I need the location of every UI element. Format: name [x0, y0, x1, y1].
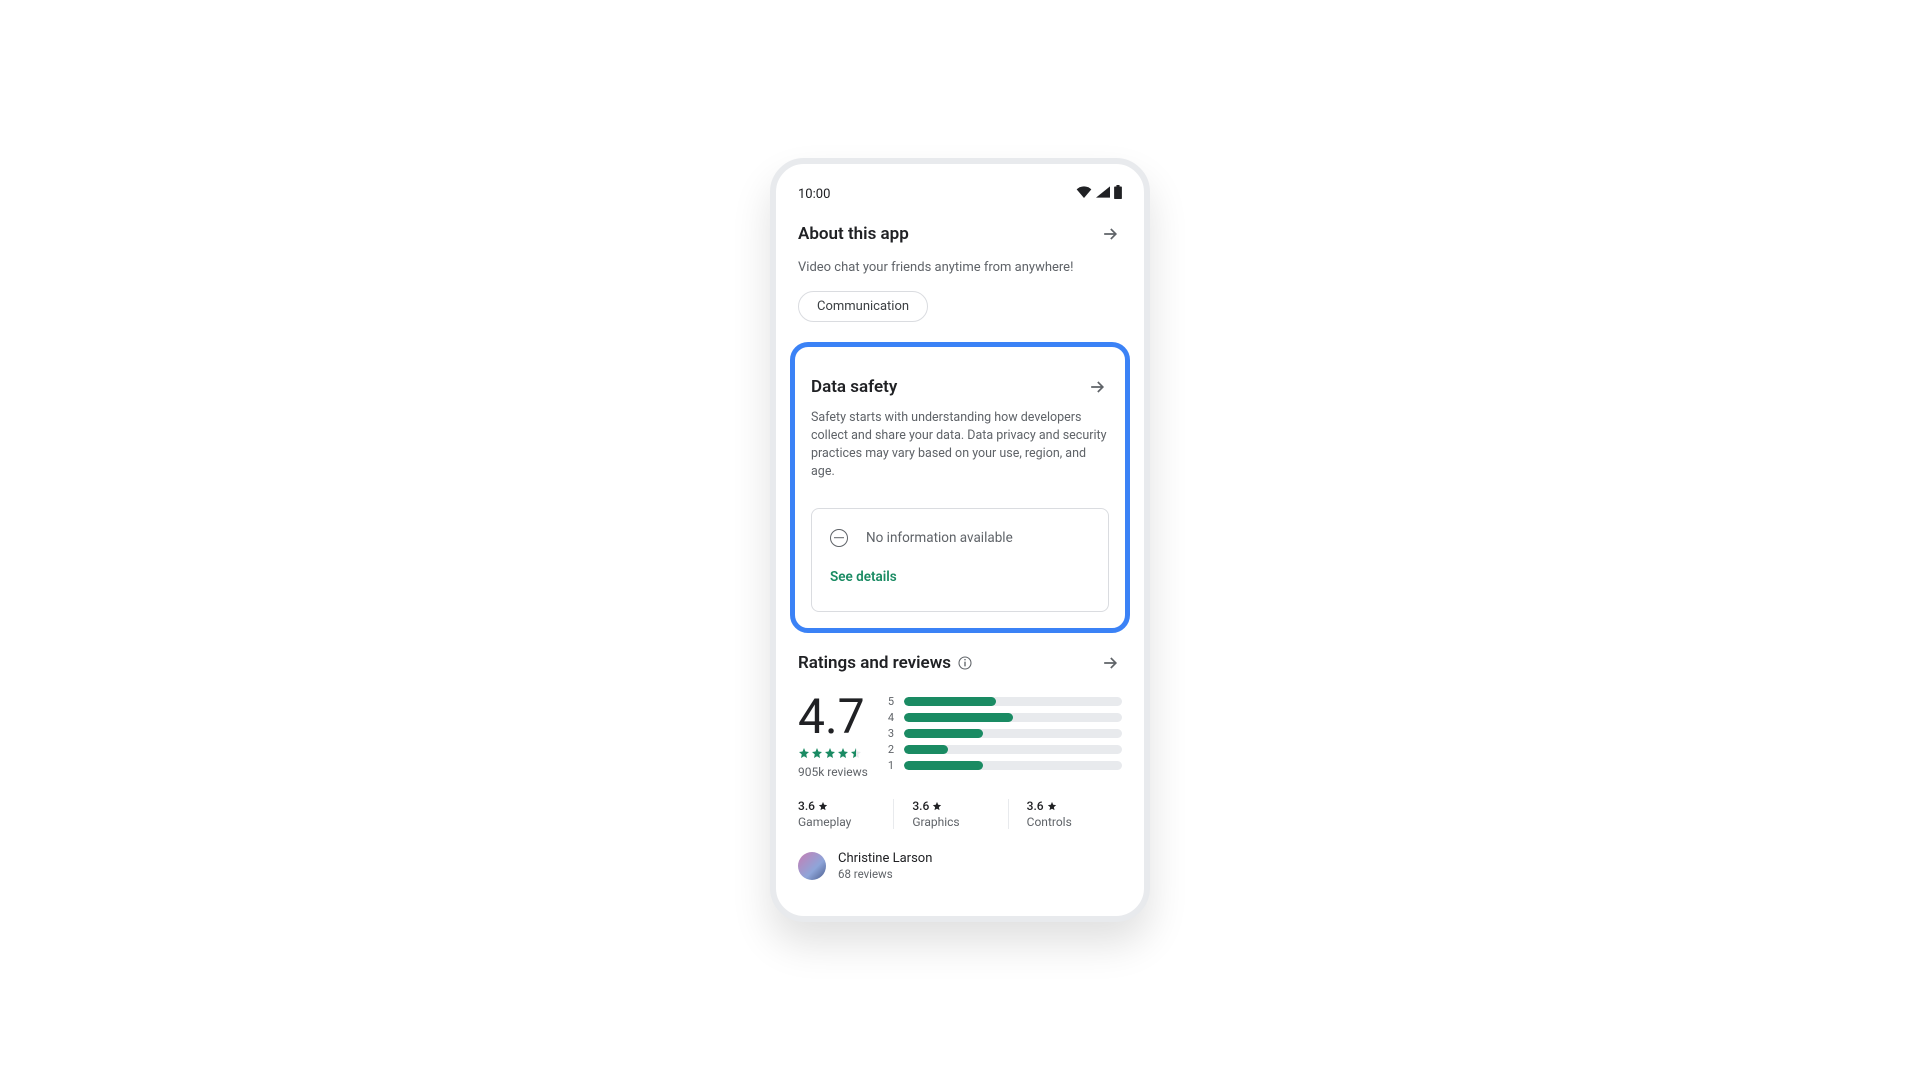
aspect-item: 3.6 Graphics — [893, 799, 1007, 829]
data-safety-info-row: No information available — [830, 529, 1090, 547]
about-arrow-icon[interactable] — [1098, 222, 1122, 246]
bar-track — [904, 697, 1122, 706]
about-header[interactable]: About this app — [798, 222, 1122, 246]
wifi-icon — [1076, 186, 1092, 202]
rating-bar-row: 4 — [888, 711, 1122, 724]
bar-label: 4 — [888, 711, 894, 724]
data-safety-title: Data safety — [811, 377, 897, 397]
info-icon[interactable] — [957, 655, 973, 671]
reviewer-name: Christine Larson — [838, 851, 932, 866]
data-safety-highlight: Data safety Safety starts with understan… — [790, 342, 1130, 633]
aspect-item: 3.6 Gameplay — [798, 799, 893, 829]
data-safety-info-text: No information available — [866, 530, 1013, 546]
aspect-score: 3.6 — [1027, 799, 1110, 813]
data-safety-section: Data safety Safety starts with understan… — [803, 375, 1117, 612]
bar-label: 2 — [888, 743, 894, 756]
bar-label: 1 — [888, 759, 894, 772]
phone-frame: 10:00 About this app Video — [770, 158, 1150, 922]
bar-track — [904, 713, 1122, 722]
rating-bar-row: 1 — [888, 759, 1122, 772]
bar-fill — [904, 729, 982, 738]
ratings-title-text: Ratings and reviews — [798, 653, 951, 673]
bar-fill — [904, 697, 996, 706]
screen: 10:00 About this app Video — [776, 164, 1144, 916]
ratings-arrow-icon[interactable] — [1098, 651, 1122, 675]
avatar — [798, 852, 826, 880]
cell-signal-icon — [1096, 186, 1110, 202]
bar-fill — [904, 745, 948, 754]
rating-bars: 5 4 3 2 1 — [888, 693, 1122, 779]
status-icons — [1076, 185, 1122, 203]
aspect-label: Graphics — [912, 815, 995, 829]
data-safety-header[interactable]: Data safety — [811, 375, 1109, 399]
bar-track — [904, 745, 1122, 754]
reviewer-row[interactable]: Christine Larson 68 reviews — [798, 851, 1122, 881]
bar-label: 5 — [888, 695, 894, 708]
see-details-link[interactable]: See details — [830, 569, 1090, 585]
aspect-label: Controls — [1027, 815, 1110, 829]
review-count: 905k reviews — [798, 765, 868, 779]
bar-track — [904, 729, 1122, 738]
bar-fill — [904, 761, 982, 770]
aspect-label: Gameplay — [798, 815, 881, 829]
rating-bar-row: 2 — [888, 743, 1122, 756]
reviewer-info: Christine Larson 68 reviews — [838, 851, 932, 881]
aspect-ratings: 3.6 Gameplay3.6 Graphics3.6 Controls — [798, 799, 1122, 829]
status-time: 10:00 — [798, 187, 830, 202]
reviewer-sub: 68 reviews — [838, 867, 932, 881]
status-bar: 10:00 — [776, 182, 1144, 206]
ratings-header[interactable]: Ratings and reviews — [798, 651, 1122, 675]
rating-bar-row: 3 — [888, 727, 1122, 740]
bar-track — [904, 761, 1122, 770]
aspect-score: 3.6 — [798, 799, 881, 813]
about-title: About this app — [798, 224, 909, 244]
ratings-title: Ratings and reviews — [798, 653, 973, 673]
about-section: About this app Video chat your friends a… — [776, 222, 1144, 322]
rating-average: 4.7 — [798, 693, 868, 741]
about-description: Video chat your friends anytime from any… — [798, 260, 1122, 275]
ratings-summary: 4.7 905k reviews 5 4 3 2 1 — [798, 693, 1122, 779]
ratings-section: Ratings and reviews 4.7 — [776, 651, 1144, 881]
bar-fill — [904, 713, 1013, 722]
no-info-icon — [830, 529, 848, 547]
category-chip[interactable]: Communication — [798, 291, 928, 322]
bar-label: 3 — [888, 727, 894, 740]
data-safety-card: No information available See details — [811, 508, 1109, 612]
rating-average-block: 4.7 905k reviews — [798, 693, 868, 779]
rating-stars — [798, 747, 868, 759]
data-safety-arrow-icon[interactable] — [1085, 375, 1109, 399]
battery-icon — [1114, 185, 1122, 203]
aspect-score: 3.6 — [912, 799, 995, 813]
data-safety-description: Safety starts with understanding how dev… — [811, 409, 1109, 482]
rating-bar-row: 5 — [888, 695, 1122, 708]
aspect-item: 3.6 Controls — [1008, 799, 1122, 829]
